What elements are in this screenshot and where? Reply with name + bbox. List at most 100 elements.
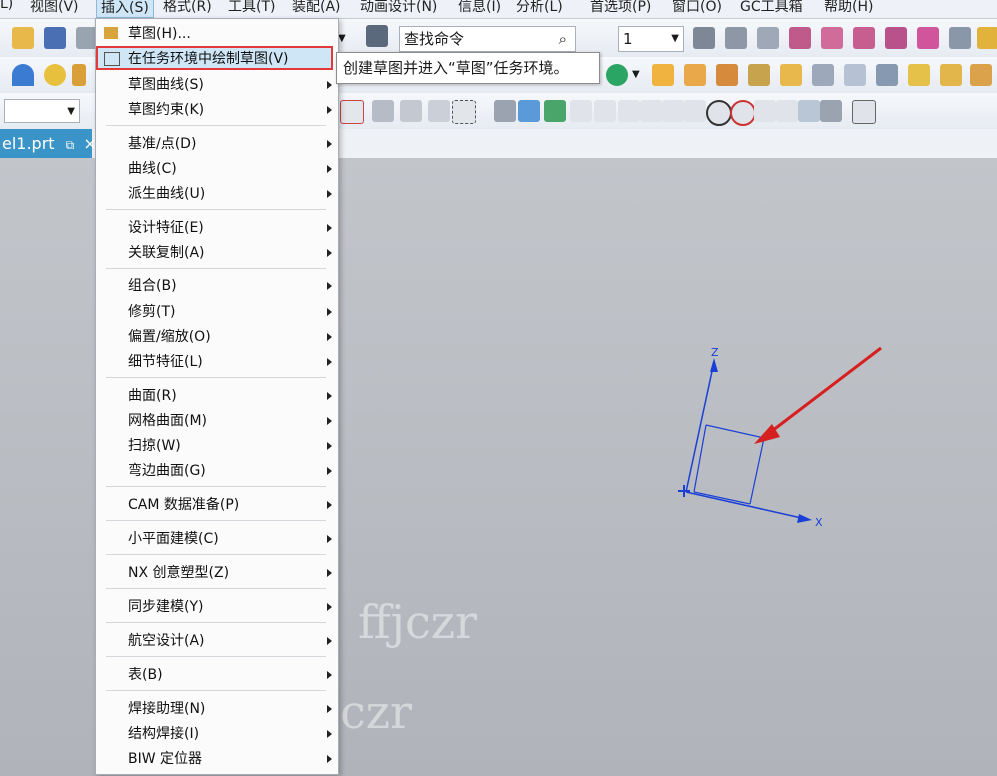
menu-item-biw-locator[interactable]: BIW 定位器 [128,749,202,769]
measure-icon[interactable] [949,27,971,49]
grid-icon[interactable] [852,100,876,124]
tangent-point-icon[interactable] [684,100,706,122]
point-on-face-icon[interactable] [798,100,820,122]
menu-analysis[interactable]: 分析(L) [516,0,563,16]
select-face-icon[interactable] [494,100,516,122]
sketch-task-icon [104,52,120,66]
dropdown-arrow-icon[interactable]: ▼ [338,33,346,44]
intersection-point-icon[interactable] [640,100,662,122]
wcs-dynamic-icon[interactable] [789,27,811,49]
unite-icon[interactable] [780,64,802,86]
block-icon[interactable] [72,64,86,86]
control-point-icon[interactable] [618,100,640,122]
menu-item-offset-scale[interactable]: 偏置/缩放(O) [128,327,211,347]
menu-item-table[interactable]: 表(B) [128,665,163,685]
menu-insert[interactable]: 插入(S) [96,0,154,18]
sphere-icon[interactable] [44,64,66,86]
wcs-rotate-icon[interactable] [853,27,875,49]
menu-item-design-feature[interactable]: 设计特征(E) [128,218,204,238]
menu-item-detail-feature[interactable]: 细节特征(L) [128,352,203,372]
menu-item-aerospace-design[interactable]: 航空设计(A) [128,631,205,651]
submenu-arrow-icon [327,190,332,198]
menu-item-combine[interactable]: 组合(B) [128,276,177,296]
wcs-display-icon[interactable] [917,27,939,49]
bounded-grid-icon[interactable] [820,100,842,122]
menu-item-curve[interactable]: 曲线(C) [128,159,177,179]
search-command-placeholder: 查找命令 [404,30,465,48]
curve-point-icon[interactable] [662,100,684,122]
menu-preferences[interactable]: 首选项(P) [590,0,651,16]
quick-pick-icon[interactable] [428,100,450,122]
select-cursor-icon[interactable] [400,100,422,122]
open-folder-icon[interactable] [12,27,34,49]
edge-blend-icon[interactable] [908,64,930,86]
wcs-origin-icon[interactable] [821,27,843,49]
select-body-icon[interactable] [518,100,540,122]
menu-assembly[interactable]: 装配(A) [292,0,341,16]
toolbar-more-icon[interactable] [977,27,997,49]
menu-item-derived-curve[interactable]: 派生曲线(U) [128,184,205,204]
menu-item-facet-modeling[interactable]: 小平面建模(C) [128,529,219,549]
info-icon[interactable] [366,25,388,47]
rectangle-select-icon[interactable] [452,100,476,124]
menu-edit[interactable]: L) [0,0,13,12]
menu-item-sketch-in-task-environment[interactable]: 在任务环境中绘制草图(V) [128,49,289,69]
menu-item-weld-assistant[interactable]: 焊接助理(N) [128,699,205,719]
layer-select[interactable]: 1 ▼ [618,26,684,52]
deselect-icon[interactable] [372,100,394,122]
shell-icon[interactable] [876,64,898,86]
menu-item-mesh-surface[interactable]: 网格曲面(M) [128,411,207,431]
subtract-icon[interactable] [812,64,834,86]
menu-item-sketch-constraint[interactable]: 草图约束(K) [128,100,204,120]
menu-item-associative-copy[interactable]: 关联复制(A) [128,243,205,263]
selection-filter-select[interactable]: ▼ [4,99,80,123]
intersect-icon[interactable] [844,64,866,86]
end-point-icon[interactable] [570,100,592,122]
menu-item-sketch-curve[interactable]: 草图曲线(S) [128,75,204,95]
dropdown-arrow-icon[interactable]: ▼ [632,69,640,80]
mid-point-icon[interactable] [594,100,616,122]
quadrant-point-icon[interactable] [730,100,756,126]
menu-view[interactable]: 视图(V) [30,0,79,16]
menu-gc-toolbox[interactable]: GC工具箱 [740,0,803,16]
pattern-icon[interactable] [716,64,738,86]
menu-item-surface[interactable]: 曲面(R) [128,386,177,406]
menu-help[interactable]: 帮助(H) [824,0,873,16]
menu-animation[interactable]: 动画设计(N) [360,0,437,16]
chamfer-icon[interactable] [940,64,962,86]
menu-item-trim[interactable]: 修剪(T) [128,302,175,322]
menu-item-sketch[interactable]: 草图(H)... [128,24,191,44]
menu-window[interactable]: 窗口(O) [672,0,722,16]
layer-value: 1 [623,30,633,48]
menu-info[interactable]: 信息(I) [458,0,501,16]
mirror-icon[interactable] [748,64,770,86]
float-tab-icon[interactable]: ⧉ [66,138,75,152]
menu-item-synchronous-modeling[interactable]: 同步建模(Y) [128,597,203,617]
menu-item-flange-surface[interactable]: 弯边曲面(G) [128,461,206,481]
search-icon[interactable]: ⌕ [559,27,567,51]
menu-item-cam-data-prep[interactable]: CAM 数据准备(P) [128,495,239,515]
cone-icon[interactable] [12,64,34,86]
menu-item-structure-welding[interactable]: 结构焊接(I) [128,724,199,744]
tab-model1-prt[interactable]: el1.prt ⧉ × [0,129,97,158]
existing-point-icon[interactable] [754,100,776,122]
menu-item-datum-point[interactable]: 基准/点(D) [128,134,196,154]
point-icon[interactable] [606,64,628,86]
revolve-icon[interactable] [684,64,706,86]
snap-point-icon[interactable] [544,100,566,122]
menu-item-sweep[interactable]: 扫掠(W) [128,436,181,456]
wcs-orient-icon[interactable] [885,27,907,49]
copy-to-layer-icon[interactable] [757,27,779,49]
menu-format[interactable]: 格式(R) [163,0,212,16]
arc-center-icon[interactable] [706,100,732,126]
save-icon[interactable] [44,27,66,49]
draft-icon[interactable] [970,64,992,86]
point-on-curve-icon[interactable] [776,100,798,122]
move-to-layer-icon[interactable] [725,27,747,49]
snap-icon[interactable] [340,100,364,124]
search-command-input[interactable]: 查找命令 ⌕ [399,26,576,52]
menu-tools[interactable]: 工具(T) [228,0,275,16]
menu-item-nx-realize-shape[interactable]: NX 创意塑型(Z) [128,563,229,583]
layer-settings-icon[interactable] [693,27,715,49]
extrude-icon[interactable] [652,64,674,86]
